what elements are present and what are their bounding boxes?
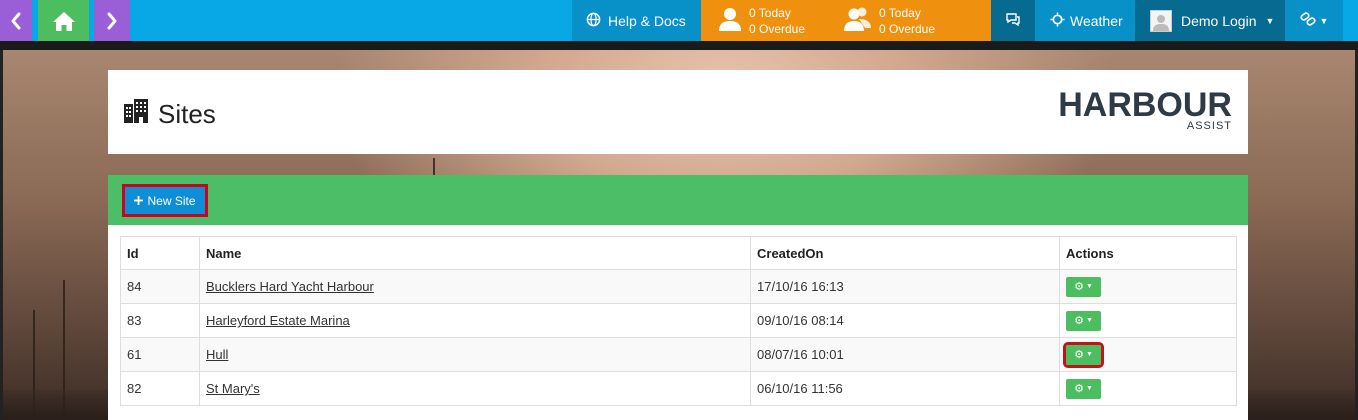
home-icon <box>51 10 77 32</box>
cell-created: 08/07/16 10:01 <box>750 337 1060 372</box>
my-tasks-today: 0 Today <box>749 5 791 20</box>
site-link[interactable]: Bucklers Hard Yacht Harbour <box>206 279 374 294</box>
table-row: 82 St Mary's 06/10/16 11:56 ⚙ ▼ <box>120 371 1237 406</box>
user-icon <box>717 6 743 35</box>
chevron-right-icon <box>106 12 118 30</box>
avatar <box>1150 9 1172 32</box>
cell-name: Harleyford Estate Marina <box>199 303 751 338</box>
site-link[interactable]: Harleyford Estate Marina <box>206 313 350 328</box>
chat-icon <box>1005 12 1021 29</box>
table-row: 84 Bucklers Hard Yacht Harbour 17/10/16 … <box>120 269 1237 304</box>
sites-table-panel: Id Name CreatedOn Actions 84 Bucklers Ha… <box>108 225 1248 420</box>
chat-button[interactable] <box>991 0 1035 41</box>
cell-name: Bucklers Hard Yacht Harbour <box>199 269 751 304</box>
home-button[interactable] <box>38 0 89 41</box>
back-button[interactable] <box>0 0 32 41</box>
row-actions-button[interactable]: ⚙ ▼ <box>1066 276 1101 297</box>
help-docs-button[interactable]: Help & Docs <box>572 0 701 41</box>
table-row: 61 Hull 08/07/16 10:01 ⚙ ▼ <box>120 337 1237 372</box>
cell-actions: ⚙ ▼ <box>1059 269 1237 304</box>
team-tasks-today: 0 Today <box>879 5 921 20</box>
links-menu-button[interactable]: ▼ <box>1285 0 1343 41</box>
table-row: 83 Harleyford Estate Marina 09/10/16 08:… <box>120 303 1237 338</box>
column-header-id[interactable]: Id <box>120 236 200 270</box>
gear-icon: ⚙ <box>1074 315 1084 327</box>
caret-down-icon: ▼ <box>1085 351 1093 358</box>
actions-toolbar: New Site <box>108 175 1248 225</box>
sun-icon <box>1050 11 1065 30</box>
cell-actions: ⚙ ▼ <box>1059 337 1237 372</box>
caret-down-icon: ▼ <box>1085 317 1093 324</box>
cell-id: 84 <box>120 269 200 304</box>
gear-icon: ⚙ <box>1074 281 1084 293</box>
team-tasks-overdue: 0 Overdue <box>879 21 936 36</box>
my-tasks-overdue: 0 Overdue <box>749 21 806 36</box>
plus-icon <box>134 194 144 208</box>
caret-down-icon: ▼ <box>1265 15 1275 26</box>
cell-name: Hull <box>199 337 751 372</box>
caret-down-icon: ▼ <box>1085 283 1093 290</box>
user-menu-button[interactable]: Demo Login ▼ <box>1135 0 1285 41</box>
row-actions-button[interactable]: ⚙ ▼ <box>1066 378 1101 399</box>
cell-id: 82 <box>120 371 200 406</box>
caret-down-icon: ▼ <box>1085 385 1093 392</box>
my-tasks-button[interactable]: 0 Today 0 Overdue <box>717 0 805 41</box>
link-icon <box>1299 12 1316 29</box>
forward-button[interactable] <box>94 0 130 41</box>
row-actions-button[interactable]: ⚙ ▼ <box>1063 341 1104 368</box>
new-site-label: New Site <box>147 193 196 208</box>
weather-button[interactable]: Weather <box>1035 0 1135 41</box>
gear-icon: ⚙ <box>1074 383 1084 395</box>
gear-icon: ⚙ <box>1074 349 1084 361</box>
team-tasks-button[interactable]: 0 Today 0 Overdue <box>843 0 935 41</box>
row-actions-button[interactable]: ⚙ ▼ <box>1066 310 1101 331</box>
column-header-actions: Actions <box>1059 236 1237 270</box>
building-icon <box>122 98 150 131</box>
page-title: Sites <box>122 98 216 131</box>
site-link[interactable]: St Mary's <box>206 381 260 396</box>
cell-name: St Mary's <box>199 371 751 406</box>
table-header-row: Id Name CreatedOn Actions <box>120 236 1237 270</box>
cell-id: 61 <box>120 337 200 372</box>
column-header-createdon[interactable]: CreatedOn <box>750 236 1060 270</box>
users-icon <box>843 6 873 35</box>
globe-icon <box>586 12 601 30</box>
top-bar: Help & Docs 0 Today 0 Overdue 0 Today 0 … <box>0 0 1358 41</box>
weather-label: Weather <box>1070 12 1123 29</box>
new-site-button[interactable]: New Site <box>122 184 208 217</box>
tasks-summary: 0 Today 0 Overdue 0 Today 0 Overdue <box>701 0 991 41</box>
cell-created: 06/10/16 11:56 <box>750 371 1060 406</box>
harbour-assist-logo: HARBOUR ASSIST <box>1058 86 1232 132</box>
help-docs-label: Help & Docs <box>608 12 686 29</box>
cell-id: 83 <box>120 303 200 338</box>
page-header: Sites HARBOUR ASSIST <box>108 70 1248 154</box>
chevron-left-icon <box>10 12 22 30</box>
user-name: Demo Login <box>1181 12 1257 29</box>
site-link[interactable]: Hull <box>206 347 228 362</box>
cell-created: 09/10/16 08:14 <box>750 303 1060 338</box>
cell-actions: ⚙ ▼ <box>1059 371 1237 406</box>
caret-down-icon: ▼ <box>1319 15 1329 26</box>
column-header-name[interactable]: Name <box>199 236 751 270</box>
sites-table: Id Name CreatedOn Actions 84 Bucklers Ha… <box>120 236 1237 406</box>
page-title-text: Sites <box>158 99 216 129</box>
cell-created: 17/10/16 16:13 <box>750 269 1060 304</box>
cell-actions: ⚙ ▼ <box>1059 303 1237 338</box>
